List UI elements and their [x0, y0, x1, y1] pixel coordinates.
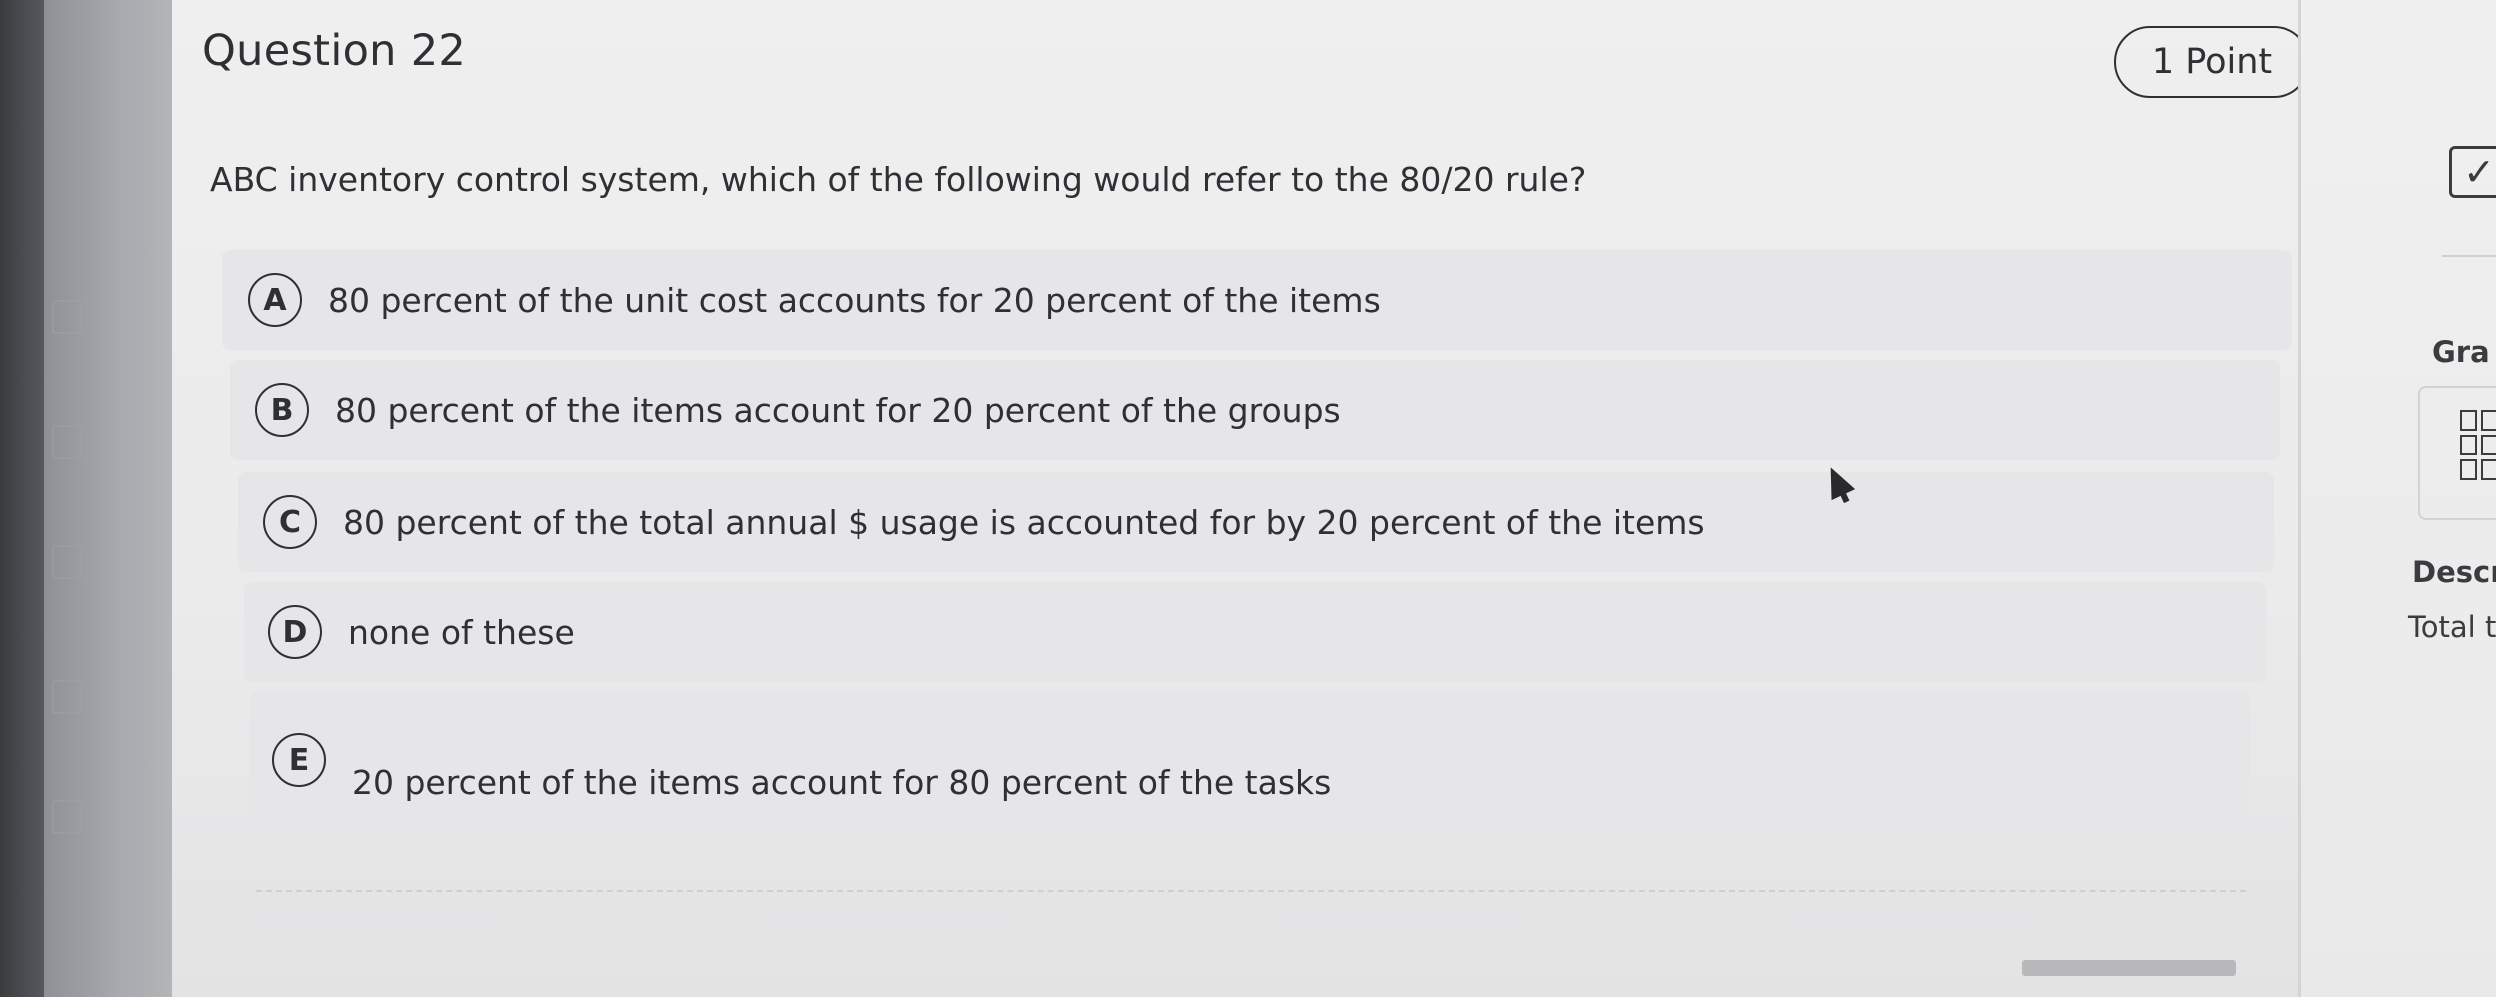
- option-text-e: 20 percent of the items account for 80 p…: [352, 763, 1332, 802]
- option-text-d: none of these: [348, 612, 575, 652]
- total-label: Total t: [2408, 610, 2496, 644]
- option-text-b: 80 percent of the items account for 20 p…: [335, 390, 1341, 430]
- option-letter-c[interactable]: C: [263, 495, 317, 549]
- toolbar-icon: [52, 800, 82, 834]
- grade-label: Gra: [2432, 335, 2490, 369]
- divider-dashed: [256, 890, 2246, 892]
- grid-icon: [2460, 410, 2496, 480]
- left-app-panel: [44, 0, 172, 997]
- option-letter-d[interactable]: D: [268, 605, 322, 659]
- option-letter-b[interactable]: B: [255, 383, 309, 437]
- question-text: ABC inventory control system, which of t…: [210, 160, 1587, 199]
- description-label: Descr: [2412, 555, 2496, 589]
- option-text-c: 80 percent of the total annual $ usage i…: [343, 502, 1705, 542]
- option-b[interactable]: B 80 percent of the items account for 20…: [230, 360, 2280, 460]
- side-panel-separator: [2442, 255, 2496, 257]
- question-title: Question 22: [202, 26, 467, 76]
- screen-bezel: [0, 0, 44, 997]
- option-c[interactable]: C 80 percent of the total annual $ usage…: [238, 472, 2274, 572]
- horizontal-scrollbar[interactable]: [2022, 960, 2236, 976]
- toolbar-icon: [52, 545, 82, 579]
- points-badge: 1 Point: [2114, 26, 2310, 98]
- toolbar-icon: [52, 425, 82, 459]
- option-a[interactable]: A 80 percent of the unit cost accounts f…: [222, 250, 2292, 350]
- checkbox-checked-icon[interactable]: ✓: [2449, 146, 2496, 198]
- option-letter-a[interactable]: A: [248, 273, 302, 327]
- option-text-a: 80 percent of the unit cost accounts for…: [328, 280, 1381, 320]
- option-d[interactable]: D none of these: [244, 582, 2266, 682]
- toolbar-icon: [52, 680, 82, 714]
- toolbar-icon: [52, 300, 82, 334]
- option-e[interactable]: E 20 percent of the items account for 80…: [250, 692, 2250, 828]
- option-letter-e[interactable]: E: [272, 733, 326, 787]
